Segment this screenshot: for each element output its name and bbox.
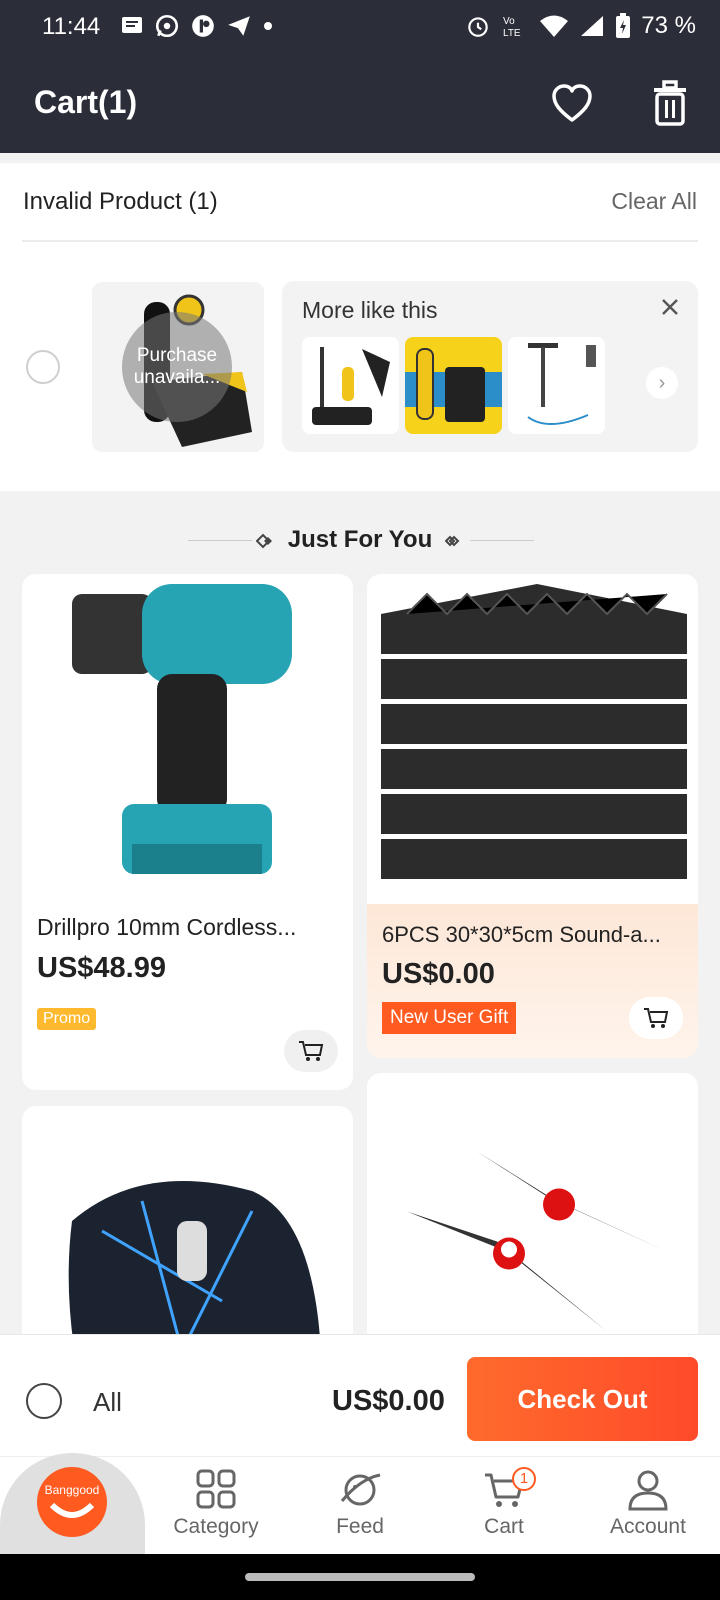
cart-count-badge: 1 [512, 1467, 536, 1491]
select-all-checkbox[interactable] [26, 1383, 62, 1419]
more-like-this-next-button[interactable]: › [646, 367, 678, 399]
page-title: Cart(1) [34, 84, 138, 120]
nav-label: Cart [484, 1515, 524, 1538]
whatsapp-icon [155, 14, 179, 38]
banggood-logo: Banggood [37, 1467, 107, 1537]
close-icon[interactable] [658, 295, 682, 319]
similar-product-thumbnail[interactable] [302, 337, 399, 434]
just-for-you-title: Just For You [287, 526, 433, 553]
system-gesture-bar [0, 1554, 720, 1600]
nav-category[interactable]: Category [156, 1469, 276, 1539]
home-gesture-handle[interactable] [245, 1573, 475, 1581]
alarm-icon [468, 17, 489, 37]
trash-icon[interactable] [648, 80, 692, 126]
cart-icon [299, 1041, 324, 1061]
signal-icon [581, 16, 604, 36]
product-card[interactable]: 6PCS 30*30*5cm Sound-a... US$0.00 New Us… [367, 574, 698, 1058]
invalid-product-section: Invalid Product (1) Clear All Purchase u… [0, 163, 720, 491]
nav-feed[interactable]: Feed [300, 1469, 420, 1539]
more-like-this-title: More like this [302, 297, 438, 323]
product-card[interactable] [367, 1073, 698, 1346]
check-out-button[interactable]: Check Out [467, 1357, 698, 1441]
app-header: Cart(1) [0, 56, 720, 153]
battery-percentage: 73 % [641, 12, 696, 39]
more-like-this-panel: More like this › [282, 281, 698, 452]
promo-badge: Promo [37, 1008, 97, 1030]
product-name: Drillpro 10mm Cordless... [37, 914, 297, 940]
drill-product-image [72, 584, 292, 874]
planet-icon [340, 1473, 381, 1506]
nav-label: Category [173, 1515, 259, 1538]
add-to-cart-button[interactable] [284, 1030, 338, 1072]
cart-total: US$0.00 [332, 1385, 445, 1417]
product-name: 6PCS 30*30*5cm Sound-a... [382, 922, 661, 947]
person-icon [628, 1470, 668, 1511]
grid-icon [196, 1469, 236, 1509]
invalid-product-checkbox[interactable] [26, 350, 60, 384]
clear-all-button[interactable]: Clear All [611, 188, 697, 215]
similar-product-thumbnail[interactable] [508, 337, 605, 434]
wifi-icon [540, 15, 569, 37]
purchase-unavailable-overlay: Purchase unavaila... [122, 312, 232, 422]
svg-text:LTE: LTE [503, 28, 521, 39]
decorative-line [470, 540, 534, 541]
invalid-product-title: Invalid Product (1) [23, 188, 218, 215]
nav-cart[interactable]: 1 Cart [444, 1467, 564, 1539]
nav-label: Account [610, 1515, 686, 1538]
cart-icon [644, 1008, 669, 1028]
svg-text:Vo: Vo [503, 16, 515, 27]
app-icon [192, 15, 214, 37]
add-to-cart-button[interactable] [629, 997, 683, 1039]
propeller-product-image [407, 1151, 667, 1332]
telegram-icon [228, 16, 250, 36]
bottom-navigation: Banggood Category Feed 1 Cart Account [0, 1453, 720, 1563]
product-price: US$0.00 [382, 958, 495, 990]
status-bar: 11:44 Vo LTE 73 % [0, 0, 720, 56]
nav-label: Feed [336, 1515, 384, 1538]
battery-icon [616, 13, 631, 38]
product-card[interactable] [22, 1106, 353, 1346]
select-all-label[interactable]: All [93, 1387, 122, 1418]
foam-panels-image [381, 584, 687, 879]
checkout-bar: All US$0.00 Check Out [0, 1334, 720, 1456]
message-icon [122, 17, 142, 33]
overlay-text-line1: Purchase [136, 345, 218, 367]
product-card[interactable]: Drillpro 10mm Cordless... US$48.99 Promo [22, 574, 353, 1090]
mouse-product-image [68, 1181, 321, 1346]
nav-account[interactable]: Account [588, 1469, 708, 1539]
dot-icon [264, 22, 272, 30]
new-user-gift-badge: New User Gift [382, 1002, 517, 1034]
status-time: 11:44 [42, 13, 101, 40]
divider [22, 240, 698, 242]
volte-icon: VoLTE [503, 16, 521, 39]
home-tab[interactable]: Banggood [0, 1453, 145, 1563]
diamond-icon [445, 535, 460, 547]
invalid-product-image[interactable]: Purchase unavaila... [92, 282, 264, 452]
overlay-text-line2: unavaila... [133, 367, 221, 388]
heart-icon[interactable] [550, 82, 594, 126]
product-price: US$48.99 [37, 952, 166, 984]
similar-product-thumbnail[interactable] [405, 337, 502, 434]
